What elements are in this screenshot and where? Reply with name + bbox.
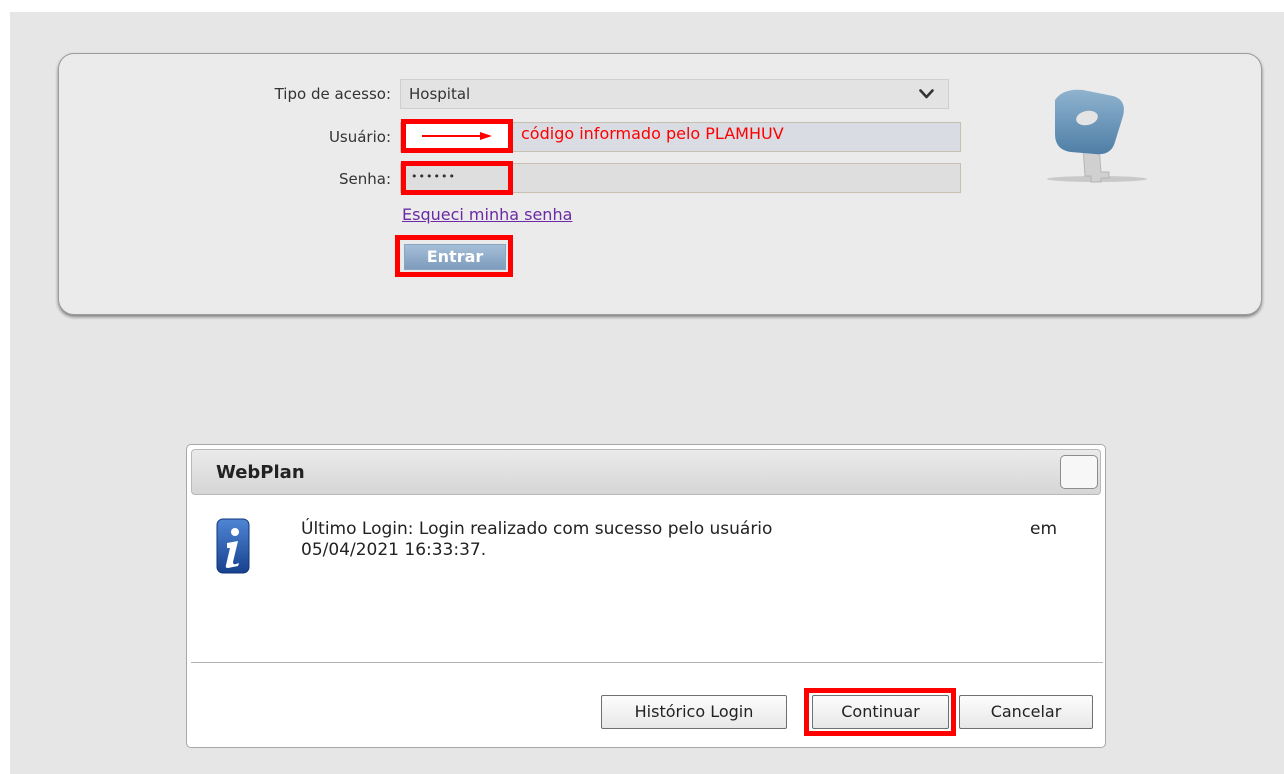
password-input-highlight: •••••• <box>401 161 513 195</box>
arrow-right-icon <box>422 132 492 140</box>
login-panel: Tipo de acesso: Hospital Usuário: código… <box>58 53 1262 315</box>
submit-button-highlight: Entrar <box>395 235 513 277</box>
submit-button[interactable]: Entrar <box>404 244 506 270</box>
dialog-close-button[interactable] <box>1060 455 1098 489</box>
history-login-button[interactable]: Histórico Login <box>601 695 787 729</box>
password-label: Senha: <box>338 170 391 188</box>
dialog-header: WebPlan <box>191 449 1101 495</box>
key-icon <box>1047 89 1147 183</box>
dialog-message-line1: Último Login: Login realizado com sucess… <box>301 519 773 539</box>
continue-button[interactable]: Continuar <box>812 695 949 729</box>
user-annotation: código informado pelo PLAMHUV <box>521 124 784 143</box>
dialog-divider <box>191 662 1103 663</box>
dialog-message-trailing: em <box>1030 519 1058 539</box>
dialog-message-line2: 05/04/2021 16:33:37. <box>301 540 487 560</box>
dialog-title: WebPlan <box>216 462 305 483</box>
info-icon <box>216 518 250 574</box>
password-mask: •••••• <box>411 170 456 183</box>
chevron-down-icon <box>919 89 934 99</box>
cancel-button[interactable]: Cancelar <box>959 695 1093 729</box>
page-background: Tipo de acesso: Hospital Usuário: código… <box>10 12 1284 774</box>
dialog-message: Último Login: Login realizado com sucess… <box>301 519 772 561</box>
access-type-label: Tipo de acesso: <box>274 85 391 103</box>
last-login-dialog: WebPlan Último Login: Login realizado co… <box>186 444 1106 748</box>
user-label: Usuário: <box>328 128 391 146</box>
access-type-select[interactable]: Hospital <box>400 79 949 109</box>
access-type-value: Hospital <box>409 85 471 103</box>
forgot-password-link[interactable]: Esqueci minha senha <box>402 205 572 224</box>
user-input-highlight <box>401 119 513 153</box>
